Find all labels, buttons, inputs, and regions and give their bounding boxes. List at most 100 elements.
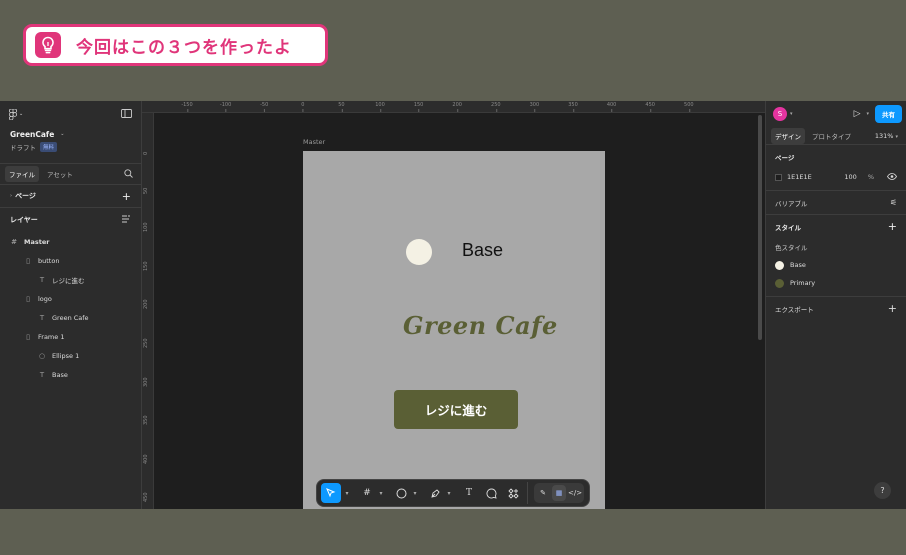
component-tool-icon[interactable] <box>505 483 521 503</box>
chevron-down-icon[interactable]: ▾ <box>377 483 385 503</box>
tab-file[interactable]: ファイル <box>5 166 39 182</box>
layer-name: Green Cafe <box>52 313 89 322</box>
layer-item[interactable]: ▯ button <box>0 251 141 270</box>
layer-item[interactable]: T Base <box>0 365 141 384</box>
ruler-tick-label: 100 <box>143 222 149 233</box>
text-icon: T <box>39 313 45 322</box>
ruler-tick-label: 150 <box>143 261 149 271</box>
ruler-tick-label: 200 <box>452 102 462 112</box>
figma-logo-icon <box>9 108 17 120</box>
ellipse-tool-icon[interactable] <box>393 483 409 503</box>
color-styles-label: 色スタイル <box>775 244 808 252</box>
tab-assets[interactable]: アセット <box>43 166 77 182</box>
tab-prototype[interactable]: プロトタイプ <box>808 128 855 144</box>
chevron-down-icon: ▾ <box>895 133 898 140</box>
search-icon[interactable] <box>124 168 133 180</box>
tab-design[interactable]: デザイン <box>771 127 805 144</box>
sidebar-toggle-icon[interactable] <box>121 108 132 120</box>
base-text[interactable]: Base <box>462 240 503 261</box>
frame-label[interactable]: Master <box>303 138 325 146</box>
plan-badge: 無料 <box>40 142 58 152</box>
layer-item[interactable]: ▯ logo <box>0 289 141 308</box>
green-cafe-logo[interactable]: Green Cafe <box>403 311 558 340</box>
add-export-icon[interactable]: + <box>888 302 897 315</box>
opacity-unit: % <box>867 173 874 181</box>
ruler-tick-label: 350 <box>143 415 149 426</box>
layer-name: button <box>38 256 60 265</box>
pages-section[interactable]: › ページ + <box>0 185 141 208</box>
layer-item[interactable]: # Master <box>0 232 141 251</box>
move-tool-icon[interactable] <box>321 483 341 503</box>
draw-mode-icon[interactable]: ✎ <box>536 485 550 501</box>
drafts-label[interactable]: ドラフト <box>10 142 36 152</box>
ruler-tick-label: 250 <box>491 102 501 112</box>
chevron-right-icon: › <box>10 193 13 199</box>
ruler-tick-label: 50 <box>338 102 345 112</box>
layer-name: Ellipse 1 <box>52 351 80 360</box>
avatar[interactable]: S <box>773 107 787 121</box>
layer-item[interactable]: ▯ Frame 1 <box>0 327 141 346</box>
chevron-down-icon[interactable]: ▾ <box>445 483 453 503</box>
ruler-vertical: 0 50 100 150 200 250 300 350 400 450 <box>142 113 154 509</box>
design-mode-icon[interactable]: ▦ <box>552 485 566 501</box>
pen-tool-icon[interactable] <box>427 483 443 503</box>
chevron-down-icon[interactable]: ▾ <box>790 111 793 117</box>
frame-tool-icon[interactable]: # <box>359 483 375 503</box>
comment-tool-icon[interactable] <box>483 483 499 503</box>
ruler-horizontal: -150 -100 -50 0 50 100 150 200 250 300 350 400 450 50… <box>142 101 765 113</box>
page-section-label: ページ <box>775 153 795 162</box>
share-button[interactable]: 共有 <box>875 105 902 123</box>
zoom-level[interactable]: 131% ▾ <box>875 132 898 140</box>
ruler-tick-label: 500 <box>684 102 694 112</box>
dev-mode-icon[interactable]: </> <box>568 485 582 501</box>
file-name[interactable]: GreenCafe ⌄ <box>0 127 141 141</box>
export-section: エクスポート + <box>766 297 906 320</box>
left-panel: ⌄ GreenCafe ⌄ ドラフト 無料 ファイル アセット › ページ + … <box>0 101 142 509</box>
color-style-name: Base <box>790 261 806 269</box>
master-frame[interactable]: Base Green Cafe レジに進む <box>303 151 605 509</box>
chevron-down-icon[interactable]: ▾ <box>343 483 351 503</box>
add-style-icon[interactable]: + <box>888 220 897 233</box>
ruler-tick-label: -100 <box>219 102 232 112</box>
help-button[interactable]: ? <box>874 482 891 499</box>
main-menu-button[interactable]: ⌄ <box>9 108 24 120</box>
layer-list: # Master ▯ button T レジに進む ▯ logo T Green Cafe ▯ Fra… <box>0 232 141 384</box>
ruler-tick-label: 300 <box>529 102 540 112</box>
layer-item[interactable]: ○ Ellipse 1 <box>0 346 141 365</box>
ruler-tick-label: -150 <box>181 102 193 112</box>
text-tool-icon[interactable]: T <box>461 483 477 503</box>
layer-item[interactable]: T Green Cafe <box>0 308 141 327</box>
present-play-icon[interactable]: ▷ <box>854 109 861 119</box>
chevron-down-icon[interactable]: ▾ <box>411 483 419 503</box>
ruler-tick-label: 450 <box>645 102 655 112</box>
text-icon: T <box>39 370 45 379</box>
chevron-down-icon: ⌄ <box>19 111 24 117</box>
eye-icon[interactable] <box>887 172 897 182</box>
canvas-scrollbar[interactable] <box>758 115 762 340</box>
layer-item[interactable]: T レジに進む <box>0 270 141 289</box>
page-color-hex[interactable]: 1E1E1E <box>787 173 812 181</box>
variables-settings-icon[interactable]: ⚟ <box>890 198 897 207</box>
callout-text: 今回はこの３つを作ったよ <box>76 37 292 58</box>
ruler-tick-label: 0 <box>301 102 305 112</box>
figma-window: ⌄ GreenCafe ⌄ ドラフト 無料 ファイル アセット › ページ + … <box>0 101 906 509</box>
ellipse-icon: ○ <box>38 351 46 360</box>
chevron-down-icon[interactable]: ▾ <box>866 111 869 117</box>
page-color-swatch[interactable] <box>775 173 782 181</box>
auto-layout-icon: ▯ <box>26 294 30 303</box>
color-style-item[interactable]: Base <box>775 256 897 274</box>
ellipse-base[interactable] <box>406 239 432 265</box>
layer-options-icon[interactable] <box>122 215 131 225</box>
ruler-tick-label: 250 <box>143 338 149 348</box>
page-background-row[interactable]: 1E1E1E 100 % <box>775 168 897 186</box>
checkout-button[interactable]: レジに進む <box>394 390 518 429</box>
canvas[interactable]: -150 -100 -50 0 50 100 150 200 250 300 350 400 450 50… <box>142 101 765 509</box>
add-page-icon[interactable]: + <box>122 190 131 203</box>
ruler-tick-label: 400 <box>606 102 617 112</box>
text-icon: T <box>39 275 45 284</box>
color-style-item[interactable]: Primary <box>775 274 897 292</box>
auto-layout-icon: ▯ <box>26 256 30 265</box>
tip-callout: 今回はこの３つを作ったよ <box>23 24 328 66</box>
page-opacity[interactable]: 100 <box>844 173 856 181</box>
styles-section: スタイル + 色スタイル Base Primary <box>766 215 906 297</box>
